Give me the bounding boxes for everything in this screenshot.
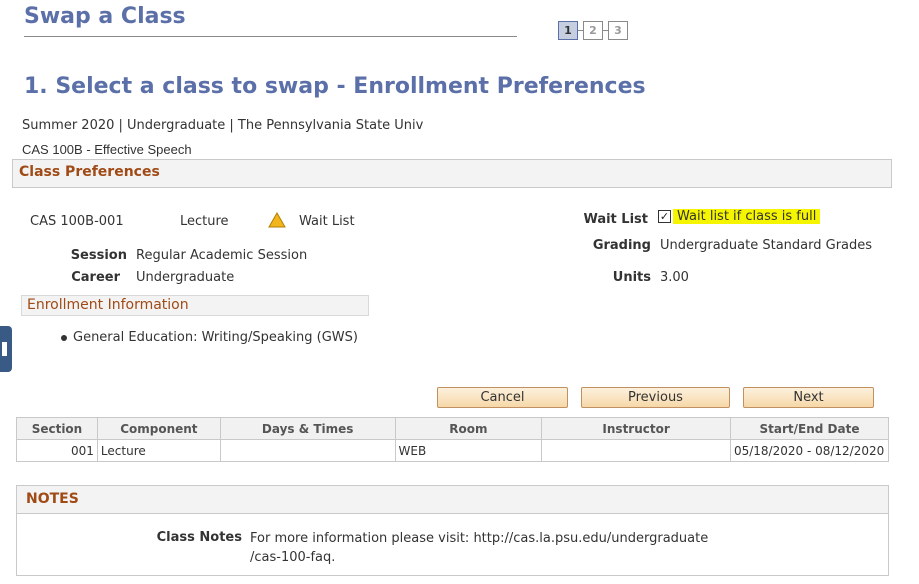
class-notes-label: Class Notes bbox=[156, 530, 242, 545]
title-divider bbox=[24, 36, 517, 37]
cell-component: Lecture bbox=[96, 439, 221, 462]
waitlist-checkbox[interactable]: ✓ bbox=[658, 210, 671, 223]
class-section-id: CAS 100B-001 bbox=[30, 214, 124, 229]
step-heading: 1. Select a class to swap - Enrollment P… bbox=[24, 74, 646, 99]
grading-value: Undergraduate Standard Grades bbox=[660, 238, 873, 253]
grip-icon bbox=[2, 342, 7, 356]
course-line: CAS 100B - Effective Speech bbox=[22, 142, 192, 157]
enrollment-info-item: General Education: Writing/Speaking (GWS… bbox=[73, 330, 358, 345]
cell-instructor bbox=[541, 439, 731, 462]
class-notes-line-1: For more information please visit: http:… bbox=[250, 531, 709, 546]
cell-days-times bbox=[219, 439, 396, 462]
page-title: Swap a Class bbox=[24, 4, 186, 29]
career-label: Career bbox=[71, 270, 120, 285]
col-room: Room bbox=[394, 417, 543, 440]
col-instructor: Instructor bbox=[541, 417, 731, 440]
waitlist-label: Wait List bbox=[583, 212, 648, 227]
step-1: 1 bbox=[558, 20, 578, 40]
career-value: Undergraduate bbox=[136, 270, 235, 285]
step-2: 2 bbox=[583, 20, 603, 40]
cell-room: WEB bbox=[394, 439, 543, 462]
step-indicator: 1 2 3 bbox=[558, 20, 628, 40]
class-notes-line-2: /cas-100-faq. bbox=[250, 550, 336, 565]
col-days-times: Days & Times bbox=[219, 417, 396, 440]
term-line: Summer 2020 | Undergraduate | The Pennsy… bbox=[22, 118, 424, 133]
step-3: 3 bbox=[608, 20, 628, 40]
next-button[interactable]: Next bbox=[743, 387, 874, 408]
grading-label: Grading bbox=[592, 238, 651, 253]
notes-header bbox=[17, 486, 888, 514]
class-preferences-title: Class Preferences bbox=[19, 164, 160, 180]
class-component: Lecture bbox=[180, 214, 229, 229]
notes-title: NOTES bbox=[26, 491, 79, 507]
table-header-row: Section Component Days & Times Room Inst… bbox=[16, 417, 890, 440]
waitlist-option-text[interactable]: Wait list if class is full bbox=[673, 209, 821, 224]
col-start-end-date: Start/End Date bbox=[729, 417, 890, 440]
session-label: Session bbox=[70, 248, 127, 263]
class-status-text: Wait List bbox=[299, 214, 355, 229]
warning-triangle-icon bbox=[268, 212, 286, 228]
col-section: Section bbox=[16, 417, 98, 440]
cell-section: 001 bbox=[16, 439, 98, 462]
bullet-icon bbox=[61, 335, 67, 341]
units-value: 3.00 bbox=[660, 270, 689, 285]
cancel-button[interactable]: Cancel bbox=[437, 387, 568, 408]
session-value: Regular Academic Session bbox=[136, 248, 308, 263]
previous-button[interactable]: Previous bbox=[581, 387, 730, 408]
cell-start-end-date: 05/18/2020 - 08/12/2020 bbox=[729, 439, 890, 462]
units-label: Units bbox=[612, 270, 651, 285]
col-component: Component bbox=[96, 417, 221, 440]
table-row: 001 Lecture WEB 05/18/2020 - 08/12/2020 bbox=[16, 439, 890, 462]
enrollment-info-title: Enrollment Information bbox=[27, 297, 189, 313]
class-sections-table: Section Component Days & Times Room Inst… bbox=[16, 417, 890, 462]
